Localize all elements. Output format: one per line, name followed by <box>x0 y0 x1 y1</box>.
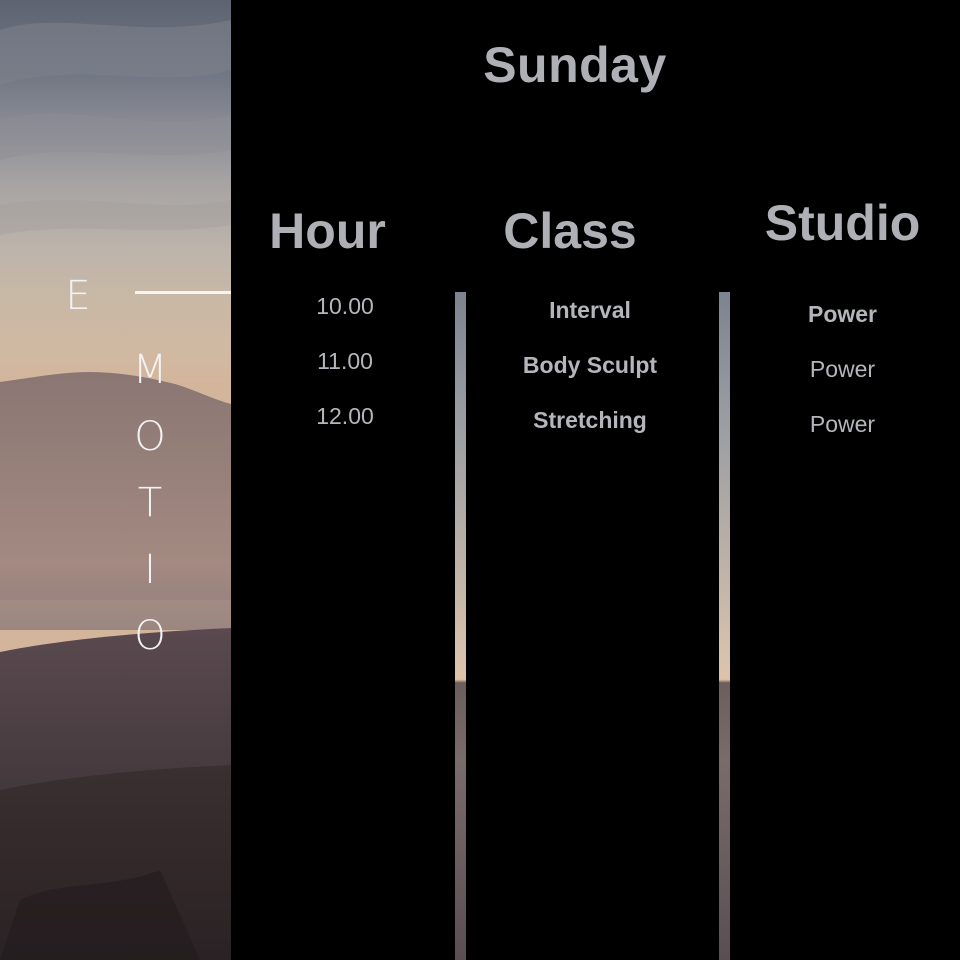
brand-letter-i: I <box>144 547 156 593</box>
column-header-studio: Studio <box>764 195 921 251</box>
schedule-class-cell: Stretching <box>533 407 647 433</box>
schedule-class-cell: Body Sculpt <box>522 352 658 378</box>
schedule-studio-cell: Power <box>809 356 876 382</box>
schedule-hour-cell: 11.00 <box>317 348 373 374</box>
brand-letter-o-partial: O <box>134 613 166 659</box>
schedule-poster: E M O T I O Sunday Hour Class Studio 10.… <box>0 0 960 960</box>
schedule-hour-cell: 10.00 <box>316 293 374 319</box>
brand-letter-m: M <box>132 347 168 393</box>
schedule-studio-cell: Power <box>807 301 878 327</box>
brand-letter-o: O <box>134 414 166 460</box>
brand-letter-t: T <box>137 480 163 526</box>
day-title: Sunday <box>483 37 667 93</box>
schedule-hour-cell: 12.00 <box>316 403 374 429</box>
schedule-studio-cell: Power <box>809 411 876 437</box>
column-divider-1 <box>455 292 466 960</box>
mountain-landscape-image <box>0 20 231 960</box>
column-header-class: Class <box>503 203 637 259</box>
brand-letter-e: E <box>65 273 91 319</box>
column-divider-2 <box>719 292 730 960</box>
column-header-hour: Hour <box>269 203 386 259</box>
landscape-photo: E M O T I O <box>0 0 231 960</box>
schedule-class-cell: Interval <box>549 297 631 323</box>
brand-divider-line <box>135 291 231 294</box>
